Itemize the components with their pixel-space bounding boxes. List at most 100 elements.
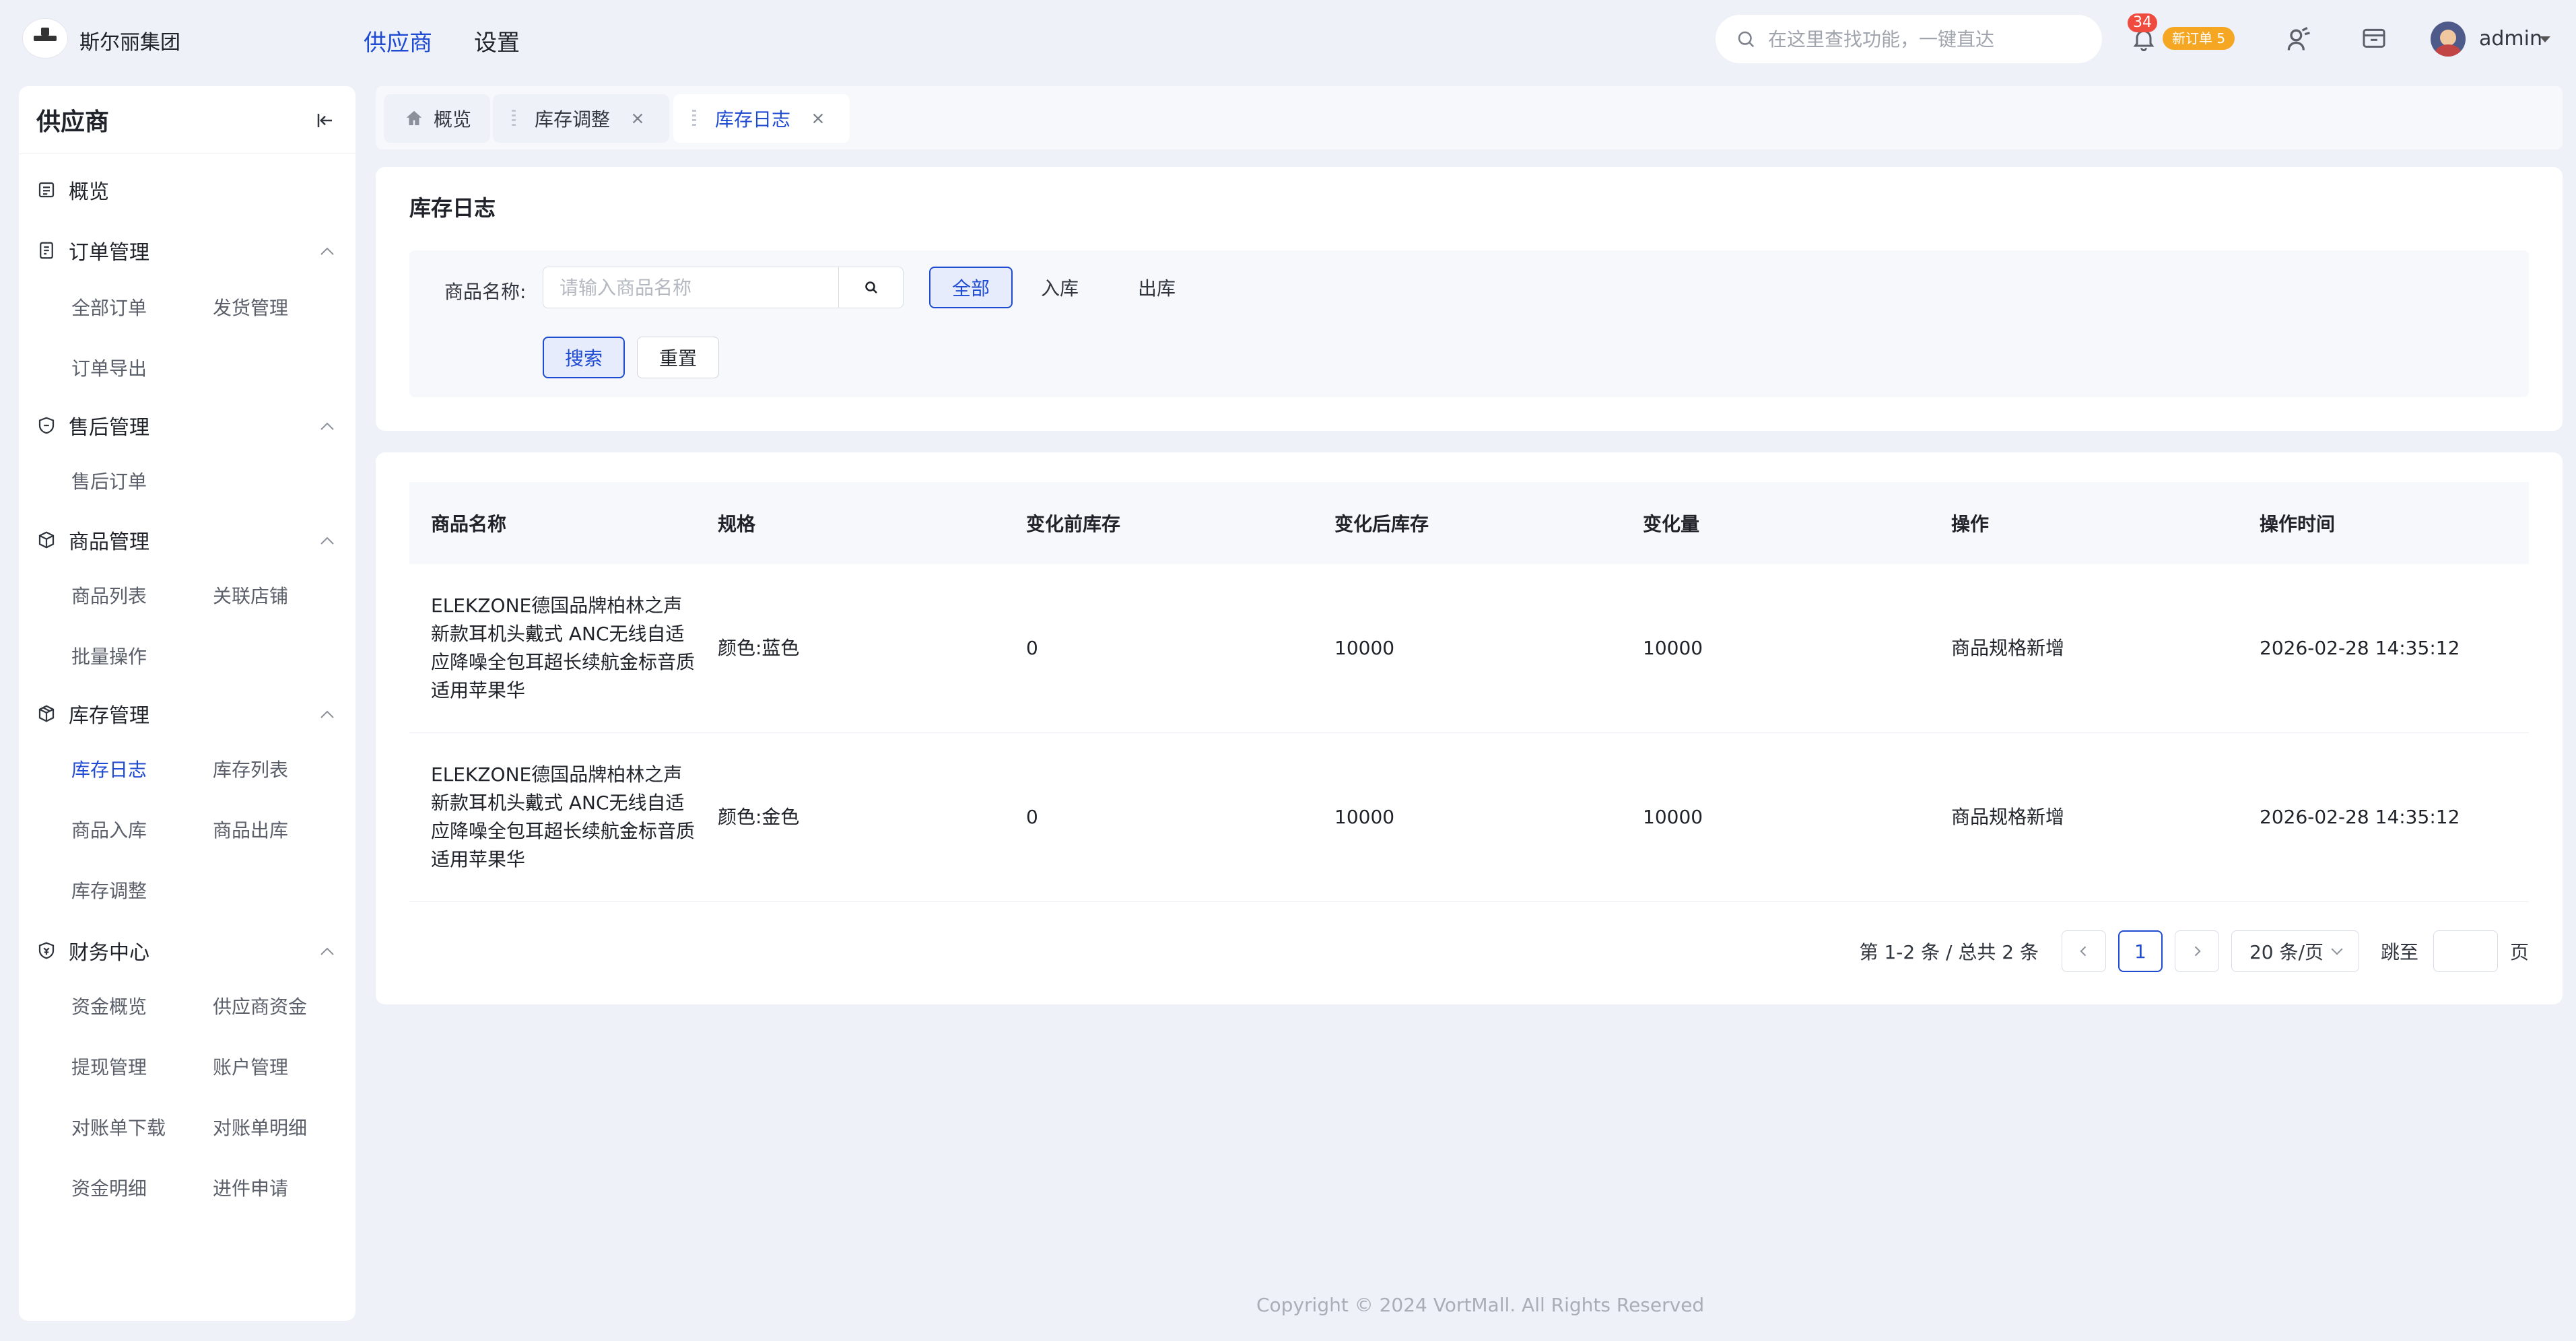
tab-inventory-log[interactable]: 库存日志 <box>673 94 850 143</box>
next-page-button[interactable] <box>2174 930 2219 972</box>
global-search-input[interactable] <box>1767 27 2086 51</box>
collapse-sidebar-icon[interactable] <box>315 110 335 131</box>
close-icon[interactable] <box>630 111 645 126</box>
chevron-up-icon[interactable] <box>319 947 335 956</box>
support-agent-icon[interactable] <box>2284 24 2313 54</box>
top-nav-settings[interactable]: 设置 <box>474 24 520 57</box>
segment-stock-out[interactable]: 出库 <box>1124 267 1189 308</box>
cell-before-stock: 0 <box>1026 637 1038 659</box>
cell-operation: 商品规格新增 <box>1951 637 2065 659</box>
close-icon[interactable] <box>811 111 825 126</box>
sidebar-item-order-export[interactable]: 订单导出 <box>71 354 147 381</box>
logo-mark <box>34 28 57 41</box>
chevron-down-icon[interactable] <box>2540 36 2550 42</box>
cell-operation: 商品规格新增 <box>1951 806 2065 828</box>
shield-icon <box>38 417 55 434</box>
reset-button[interactable]: 重置 <box>637 337 719 378</box>
boxes-icon <box>38 705 55 722</box>
avatar[interactable] <box>2431 22 2466 57</box>
jump-page-input[interactable] <box>2433 930 2498 972</box>
sidebar-item-overview[interactable]: 概览 <box>36 175 109 205</box>
drag-handle-icon[interactable] <box>512 110 516 127</box>
cell-after-stock: 10000 <box>1334 637 1395 659</box>
sidebar-item-product-list[interactable]: 商品列表 <box>71 582 147 609</box>
sidebar-item-fund-overview[interactable]: 资金概览 <box>71 992 147 1019</box>
column-header: 变化量 <box>1643 513 1700 535</box>
tab-stock-adjust[interactable]: 库存调整 <box>493 94 669 143</box>
sidebar-item-aftersale-orders[interactable]: 售后订单 <box>71 467 147 494</box>
page-number-button[interactable]: 1 <box>2117 930 2163 972</box>
inventory-log-table: 商品名称 规格 变化前库存 变化后库存 变化量 操作 操作时间 ELEKZONE… <box>409 482 2529 902</box>
sidebar-item-shipping[interactable]: 发货管理 <box>213 294 288 320</box>
pagination-total: 第 1-2 条 / 总共 2 条 <box>1859 941 2039 963</box>
product-search-button[interactable] <box>839 267 904 308</box>
sidebar-group-orders[interactable]: 订单管理 <box>36 236 149 265</box>
sidebar-item-linked-stores[interactable]: 关联店铺 <box>213 582 288 609</box>
sidebar-item-inventory-list[interactable]: 库存列表 <box>213 755 288 782</box>
sidebar-group-aftersales[interactable]: 售后管理 <box>36 411 149 440</box>
sidebar-group-products[interactable]: 商品管理 <box>36 525 149 555</box>
chevron-up-icon[interactable] <box>319 421 335 431</box>
new-order-tag[interactable]: 新订单 5 <box>2163 27 2235 50</box>
top-nav-supplier[interactable]: 供应商 <box>364 24 432 57</box>
brand-logo[interactable] <box>23 19 67 58</box>
store-icon[interactable] <box>2361 24 2387 51</box>
sidebar-group-finance[interactable]: 财务中心 <box>36 936 149 965</box>
cell-change: 10000 <box>1643 637 1703 659</box>
brand-name[interactable]: 斯尔丽集团 <box>79 26 180 55</box>
filter-card: 库存日志 商品名称: 全部 入库 出库 搜索 重置 <box>376 167 2563 431</box>
home-icon <box>406 110 422 125</box>
top-nav: 供应商 设置 <box>364 24 520 57</box>
tabs-bar: 概览 库存调整 库存日志 <box>376 86 2563 149</box>
sidebar-item-withdrawals[interactable]: 提现管理 <box>71 1053 147 1080</box>
column-header: 操作时间 <box>2260 513 2336 535</box>
search-button[interactable]: 搜索 <box>543 337 625 378</box>
jump-label: 跳至 <box>2380 941 2418 963</box>
sidebar-item-statement-detail[interactable]: 对账单明细 <box>213 1113 307 1140</box>
tab-label: 库存调整 <box>535 108 611 131</box>
box-icon <box>38 531 55 549</box>
sidebar-item-accounts[interactable]: 账户管理 <box>213 1053 288 1080</box>
sidebar-item-fund-detail[interactable]: 资金明细 <box>71 1174 147 1201</box>
cell-change: 10000 <box>1643 806 1703 828</box>
copyright-footer: Copyright © 2024 VortMall. All Rights Re… <box>1256 1294 1705 1316</box>
page-suffix-label: 页 <box>2509 941 2529 963</box>
chevron-up-icon[interactable] <box>319 536 335 545</box>
user-name[interactable]: admin <box>2479 27 2542 50</box>
segment-stock-in[interactable]: 入库 <box>1027 267 1092 308</box>
sidebar-header: 供应商 <box>19 86 355 154</box>
order-icon <box>40 242 53 259</box>
column-header: 操作 <box>1951 513 1990 535</box>
column-header: 规格 <box>718 513 756 535</box>
sidebar-item-stock-out[interactable]: 商品出库 <box>213 816 288 843</box>
chevron-up-icon[interactable] <box>319 710 335 719</box>
table-row: ELEKZONE德国品牌柏林之声新款耳机头戴式 ANC无线自适应降噪全包耳超长续… <box>409 733 2529 902</box>
sidebar-item-supplier-funds[interactable]: 供应商资金 <box>213 992 307 1019</box>
drag-handle-icon[interactable] <box>692 110 696 127</box>
cell-time: 2026-02-28 14:35:12 <box>2260 637 2460 659</box>
sidebar-item-inventory-log[interactable]: 库存日志 <box>71 755 147 782</box>
product-name-input[interactable] <box>543 267 839 308</box>
prev-page-button[interactable] <box>2061 930 2106 972</box>
chevron-up-icon[interactable] <box>319 246 335 256</box>
cell-spec: 颜色:蓝色 <box>718 637 800 659</box>
segment-all[interactable]: 全部 <box>929 267 1013 308</box>
page-size-select[interactable]: 20 条/页 <box>2231 930 2359 972</box>
sidebar-item-batch-ops[interactable]: 批量操作 <box>71 642 147 669</box>
tab-overview[interactable]: 概览 <box>384 94 490 143</box>
finance-shield-icon <box>38 942 55 959</box>
sidebar-item-stock-adjust[interactable]: 库存调整 <box>71 876 147 903</box>
sidebar-item-stock-in[interactable]: 商品入库 <box>71 816 147 843</box>
sidebar-group-label: 财务中心 <box>69 941 149 965</box>
global-search[interactable] <box>1716 15 2102 63</box>
sidebar-item-all-orders[interactable]: 全部订单 <box>71 294 147 320</box>
column-header: 商品名称 <box>431 513 507 535</box>
page-size-value: 20 条/页 <box>2249 941 2324 963</box>
sidebar: 供应商 概览 订单管理 全部订单 发货管理 订单导出 售后管理 售后订单 商品管… <box>19 86 355 1321</box>
sidebar-group-inventory[interactable]: 库存管理 <box>36 699 149 728</box>
sidebar-title: 供应商 <box>36 108 110 136</box>
sidebar-item-onboarding[interactable]: 进件申请 <box>213 1174 288 1201</box>
chevron-down-icon <box>2331 943 2343 955</box>
sidebar-item-statement-download[interactable]: 对账单下载 <box>71 1113 166 1140</box>
cell-spec: 颜色:金色 <box>718 806 800 828</box>
